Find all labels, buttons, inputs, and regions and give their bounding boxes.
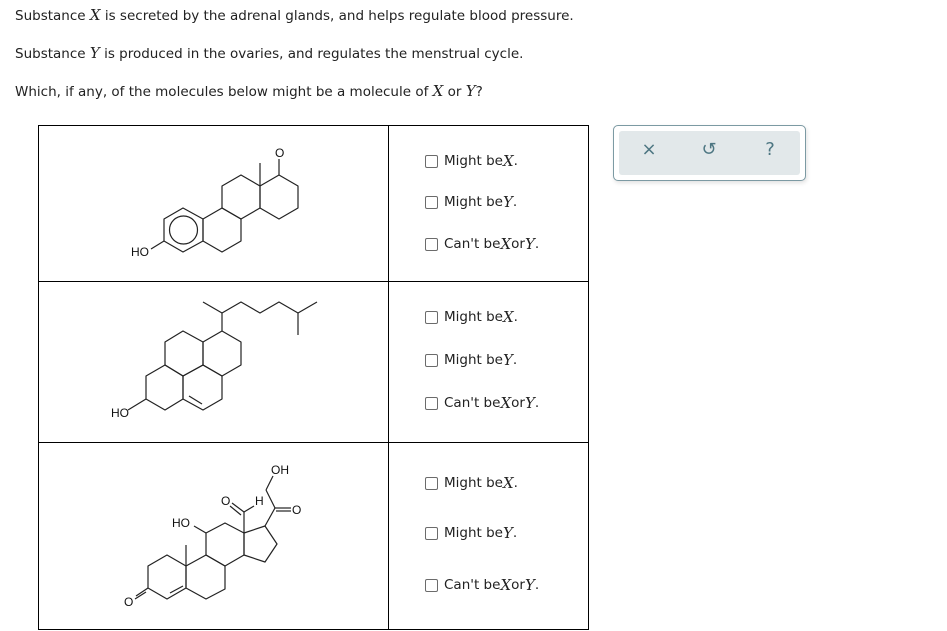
option-text: . (534, 395, 540, 411)
checkbox[interactable] (425, 396, 438, 410)
option-text: or (511, 395, 525, 411)
checkbox[interactable] (425, 353, 438, 367)
checkbox[interactable] (425, 526, 438, 540)
ring-c (205, 522, 245, 567)
checkbox[interactable] (425, 154, 438, 168)
checkbox[interactable] (425, 310, 438, 324)
option-cant-be-x-or-y[interactable]: Can't be X or Y. (425, 576, 539, 594)
sidechain-bond (264, 507, 276, 527)
molecule-1-estrone (150, 159, 299, 253)
side-chain-methyl (202, 301, 223, 314)
option-text: Might be (444, 309, 503, 325)
variable-y: Y (524, 235, 535, 253)
checkbox[interactable] (425, 578, 438, 592)
option-text: Might be (444, 475, 503, 491)
option-might-be-x[interactable]: Might be X. (425, 308, 518, 326)
clear-button[interactable]: × (635, 138, 663, 160)
ring-1 (164, 330, 204, 377)
option-text: . (512, 194, 518, 210)
hydroxyl-bond (150, 240, 165, 250)
option-text: . (512, 352, 518, 368)
aldehyde-co-2 (229, 505, 242, 516)
mol3-enone-o-label: O (124, 595, 133, 609)
checkbox[interactable] (425, 237, 438, 251)
option-text: Can't be (444, 577, 501, 593)
option-text: or (511, 577, 525, 593)
ring-b (202, 207, 242, 253)
mol3-h-label: H (255, 494, 264, 508)
aromatic-circle (168, 215, 199, 245)
close-icon: × (641, 138, 657, 160)
enone-double-inner (169, 585, 184, 594)
molecule-3-aldosterone (134, 475, 291, 600)
variable-y: Y (524, 394, 535, 412)
mol3-ho-label: HO (172, 516, 190, 530)
mol3-oh-label: OH (271, 463, 289, 477)
option-text: or (511, 236, 525, 252)
option-text: . (513, 475, 518, 491)
variable-x: X (500, 394, 512, 412)
hydroxyl-bond (193, 525, 207, 534)
aldehyde-co (231, 502, 245, 513)
option-text: . (513, 309, 518, 325)
ring-d (259, 174, 299, 220)
ring-c (221, 174, 261, 220)
mol3-aldehyde-o-label: O (221, 494, 230, 508)
variable-y: Y (502, 193, 513, 211)
mol3-ketone-o-label: O (292, 503, 301, 517)
help-button[interactable]: ? (756, 138, 784, 160)
variable-x: X (502, 308, 514, 326)
side-chain (221, 301, 318, 331)
variable-y: Y (502, 524, 513, 542)
hydroxyl-bond (127, 398, 147, 411)
ring-a (147, 554, 187, 600)
ring-4 (202, 330, 242, 377)
option-text: Might be (444, 352, 503, 368)
variable-x: X (500, 235, 512, 253)
variable-y: Y (502, 351, 513, 369)
mol2-ho-label: HO (111, 406, 129, 420)
ch2-oh-bond (265, 475, 274, 491)
ring-b (185, 554, 226, 600)
option-text: Might be (444, 153, 503, 169)
answer-toolbar: × ↺ ? (613, 125, 806, 181)
option-text: . (534, 236, 540, 252)
ch2-bond (265, 489, 276, 509)
ring-d (243, 525, 278, 563)
variable-x: X (500, 576, 512, 594)
option-might-be-y[interactable]: Might be Y. (425, 524, 517, 542)
option-text: Might be (444, 194, 503, 210)
option-text: . (534, 577, 540, 593)
undo-button[interactable]: ↺ (695, 138, 723, 160)
option-might-be-y[interactable]: Might be Y. (425, 193, 517, 211)
variable-y: Y (524, 576, 535, 594)
mol1-ho-label: HO (131, 245, 149, 259)
option-text: . (513, 153, 518, 169)
option-might-be-x[interactable]: Might be X. (425, 152, 518, 170)
option-text: Can't be (444, 395, 501, 411)
option-might-be-x[interactable]: Might be X. (425, 474, 518, 492)
option-cant-be-x-or-y[interactable]: Can't be X or Y. (425, 235, 539, 253)
checkbox[interactable] (425, 476, 438, 490)
option-text: Can't be (444, 236, 501, 252)
aldehyde-ch (243, 505, 255, 513)
option-might-be-y[interactable]: Might be Y. (425, 351, 517, 369)
option-text: Might be (444, 525, 503, 541)
mol1-o-label: O (275, 146, 284, 160)
ring-2 (145, 364, 184, 411)
undo-icon: ↺ (701, 138, 717, 160)
variable-x: X (502, 152, 514, 170)
help-icon: ? (765, 138, 775, 160)
variable-x: X (502, 474, 514, 492)
checkbox[interactable] (425, 195, 438, 209)
option-cant-be-x-or-y[interactable]: Can't be X or Y. (425, 394, 539, 412)
molecule-2 (127, 301, 318, 411)
option-text: . (512, 525, 518, 541)
ring-3 (182, 364, 223, 411)
